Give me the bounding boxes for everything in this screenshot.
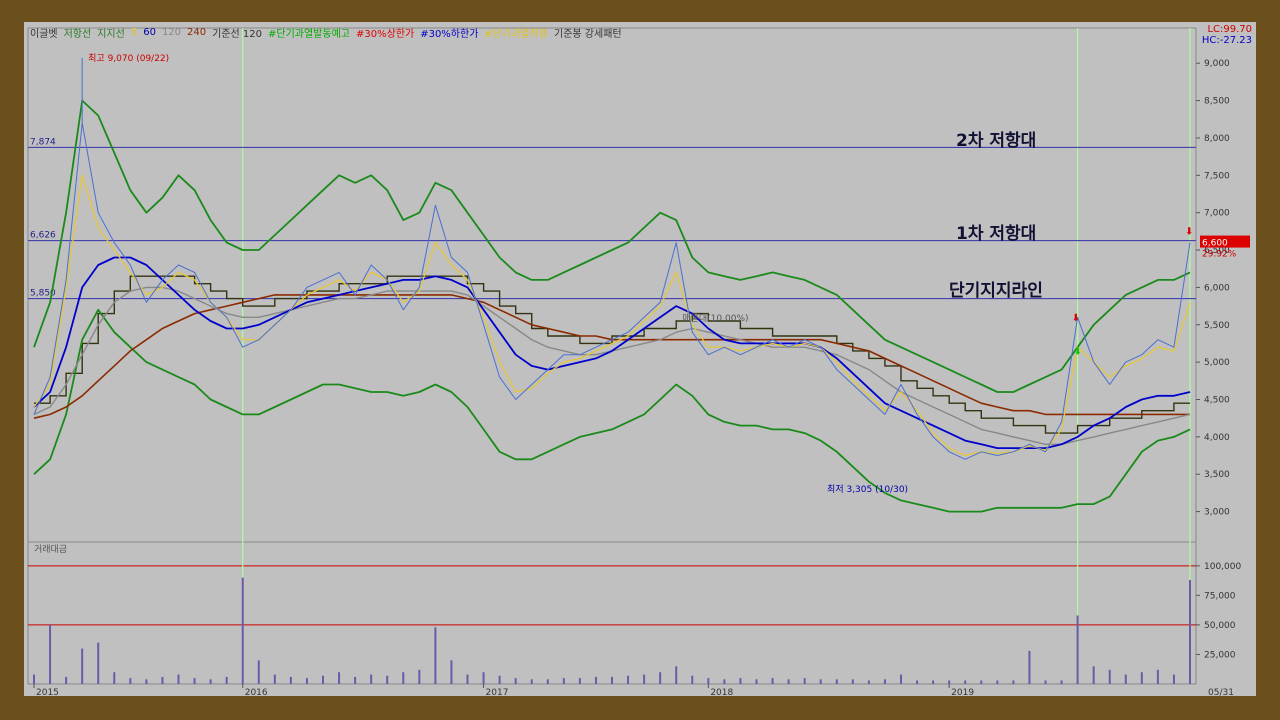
vol-tick-label: 25,000 [1204,650,1236,660]
resistance1-label: 1차 저항대 [956,224,1037,244]
arrow-down-icon: ⬇ [1074,347,1082,358]
volume-panel-title: 거래대금 [34,544,67,555]
volume-profile-label: 매물대(10.00%) [682,313,748,324]
legend-item-9[interactable]: #30%상한가 [356,25,414,40]
resistance2-label: 2차 저항대 [956,131,1037,151]
legend-item-7[interactable]: 기준선 120 [212,25,262,40]
low-label: 최저 3,305 (10/30) [827,484,908,495]
legend-item-5[interactable]: 120 [162,27,181,38]
pct-tag: 29.92% [1202,250,1237,260]
x-tick-label: 2015 [36,688,59,696]
vol-tick-label: 100,000 [1204,562,1241,572]
y-tick-label: 8,000 [1204,134,1230,144]
y-tick-label: 7,000 [1204,209,1230,219]
arrow-down-icon: ⬇ [1072,313,1080,324]
y-tick-label: 3,000 [1204,508,1230,518]
high-label: 최고 9,070 (09/22) [88,53,169,64]
volume-panel [27,541,1197,685]
x-tick-label: 2018 [710,688,733,696]
legend-item-12[interactable]: 기준봉 강세패턴 [554,25,622,40]
vol-tick-label: 50,000 [1204,621,1236,631]
legend-item-1[interactable]: 저항선 [64,25,92,40]
y-tick-label: 4,500 [1204,395,1230,405]
legend-item-11[interactable]: #단기과열적용 [484,25,548,40]
chart-frame: 거래대금 3,000 3,500 4,000 4,500 5,000 5,500 6,000 6… [24,22,1256,696]
price-tag: 6,600 [1202,239,1228,249]
series-line-ma240 [33,294,1190,419]
y-tick-label: 3,500 [1204,470,1230,480]
legend-item-10[interactable]: #30%하한가 [420,25,478,40]
legend: 이글벳 저항선 지지선 5 60 120 240 기준선 120 #단기과열발동예고 #30%상한… [30,25,622,40]
date-end-label: 05/31 [1208,688,1234,696]
legend-item-8[interactable]: #단기과열발동예고 [268,25,350,40]
chart-canvas[interactable]: 거래대금 3,000 3,500 4,000 4,500 5,000 5,500 6,000 6… [24,22,1256,696]
lc-hc-readout: LC:99.70 HC:-27.23 [1202,24,1252,46]
lc-value: LC:99.70 [1207,24,1252,35]
y-tick-label: 7,500 [1204,171,1230,181]
legend-item-3[interactable]: 5 [131,27,137,38]
x-tick-label: 2019 [951,688,974,696]
legend-item-4[interactable]: 60 [143,27,156,38]
y-tick-label: 8,500 [1204,97,1230,107]
y-tick-label: 6,000 [1204,283,1230,293]
level-label: 7,874 [30,137,56,147]
legend-item-6[interactable]: 240 [187,27,206,38]
x-tick-label: 2017 [486,688,509,696]
y-tick-label: 5,500 [1204,321,1230,331]
hc-value: HC:-27.23 [1201,35,1252,46]
vol-tick-label: 75,000 [1204,591,1236,601]
legend-item-2[interactable]: 지지선 [97,25,125,40]
x-tick-label: 2016 [245,688,268,696]
arrow-down-icon: ⬇ [1185,227,1193,238]
y-tick-label: 4,000 [1204,433,1230,443]
legend-item-0[interactable]: 이글벳 [30,25,58,40]
y-tick-label: 5,000 [1204,358,1230,368]
level-label: 6,626 [30,231,56,241]
y-tick-label: 9,000 [1204,59,1230,69]
series-line-ma5 [33,174,1191,457]
support-label: 단기지지라인 [949,281,1043,301]
